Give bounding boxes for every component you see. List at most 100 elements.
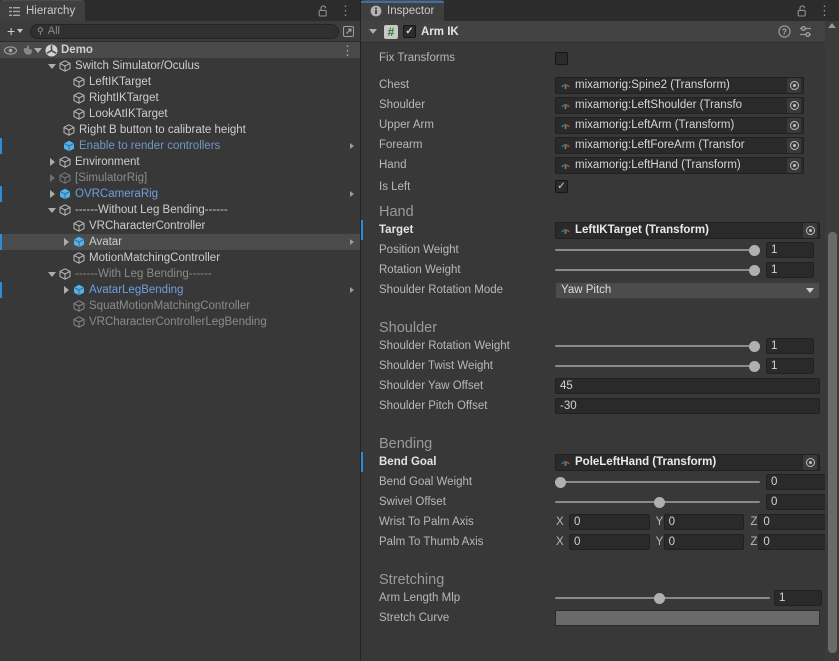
expand-toggle[interactable]: [60, 234, 72, 250]
scene-visibility-controls[interactable]: [0, 42, 36, 58]
field-position-weight[interactable]: Position Weight 1: [361, 240, 839, 260]
hierarchy-row-without-leg-bending[interactable]: ------Without Leg Bending------: [0, 202, 360, 218]
eye-icon[interactable]: [4, 44, 17, 57]
field-is-left[interactable]: Is Left ✓: [361, 175, 839, 198]
arm-length-mlp-slider[interactable]: [555, 590, 770, 606]
field-hand-ref[interactable]: Hand mixamorig:LeftHand (Transform): [361, 155, 839, 175]
slider-knob[interactable]: [654, 496, 665, 508]
slider-knob[interactable]: [555, 476, 566, 488]
preset-icon[interactable]: [799, 25, 812, 38]
slider-knob[interactable]: [749, 244, 760, 256]
expand-toggle[interactable]: [46, 266, 58, 282]
kebab-menu-icon[interactable]: ⋮: [818, 4, 831, 17]
field-bend-goal[interactable]: Bend Goal PoleLeftHand (Transform): [361, 452, 839, 472]
hierarchy-row-leftiktarget[interactable]: LeftIKTarget: [0, 74, 360, 90]
field-shoulder-twist-weight[interactable]: Shoulder Twist Weight 1: [361, 356, 839, 376]
position-weight-input[interactable]: 1: [766, 242, 814, 258]
hierarchy-row-motionmatchingcontroller[interactable]: MotionMatchingController: [0, 250, 360, 266]
shoulder-twist-weight-slider[interactable]: [555, 358, 760, 374]
field-chest[interactable]: Chest mixamorig:Spine2 (Transform): [361, 75, 839, 95]
shoulder-rotation-mode-dropdown[interactable]: Yaw Pitch: [555, 281, 820, 299]
bend-goal-weight-input[interactable]: 0: [766, 474, 829, 490]
field-bend-goal-weight[interactable]: Bend Goal Weight 0: [361, 472, 839, 492]
scene-kebab-icon[interactable]: ⋮: [341, 42, 354, 58]
object-picker-button[interactable]: [787, 77, 801, 93]
swivel-offset-input[interactable]: 0: [766, 494, 829, 510]
stretch-curve-field[interactable]: [555, 610, 820, 626]
shoulder-object-field[interactable]: mixamorig:LeftShoulder (Transfo: [555, 96, 804, 114]
component-foldout-toggle[interactable]: [367, 24, 379, 40]
fix-transforms-checkbox[interactable]: ✓: [555, 51, 568, 65]
tab-inspector[interactable]: Inspector: [361, 0, 445, 21]
scroll-up-arrow-icon[interactable]: [828, 23, 836, 28]
prefab-open-chevron-icon[interactable]: [350, 234, 354, 250]
swivel-offset-slider[interactable]: [555, 494, 760, 510]
hierarchy-row-avatar[interactable]: Avatar: [0, 234, 360, 250]
hierarchy-row-squatmotionmatchingcontroller[interactable]: SquatMotionMatchingController: [0, 298, 360, 314]
wrist-to-palm-vector3[interactable]: X 0 Y 0 Z 0: [555, 514, 839, 530]
hierarchy-row-calibrate-note[interactable]: Right B button to calibrate height: [0, 122, 360, 138]
slider-knob[interactable]: [749, 264, 760, 276]
field-forearm[interactable]: Forearm mixamorig:LeftForeArm (Transfor: [361, 135, 839, 155]
picking-hand-icon[interactable]: [21, 44, 34, 57]
rotation-weight-input[interactable]: 1: [766, 262, 814, 278]
chest-object-field[interactable]: mixamorig:Spine2 (Transform): [555, 76, 804, 94]
field-wrist-to-palm-axis[interactable]: Wrist To Palm Axis X 0 Y 0 Z 0: [361, 512, 839, 532]
position-weight-slider[interactable]: [555, 242, 760, 258]
lock-open-icon[interactable]: [317, 4, 330, 17]
expand-toggle[interactable]: [46, 58, 58, 74]
prefab-open-chevron-icon[interactable]: [350, 186, 354, 202]
upper-arm-object-field[interactable]: mixamorig:LeftArm (Transform): [555, 116, 804, 134]
expand-toggle[interactable]: [46, 170, 58, 186]
object-picker-button[interactable]: [803, 222, 817, 238]
wrist-to-palm-y-input[interactable]: 0: [663, 514, 745, 530]
field-shoulder-ref[interactable]: Shoulder mixamorig:LeftShoulder (Transfo: [361, 95, 839, 115]
rotation-weight-slider[interactable]: [555, 262, 760, 278]
is-left-checkbox[interactable]: ✓: [555, 180, 568, 193]
prefab-open-chevron-icon[interactable]: [350, 138, 354, 154]
palm-to-thumb-vector3[interactable]: X 0 Y 0 Z 0: [555, 534, 839, 550]
lock-open-icon[interactable]: [796, 4, 809, 17]
forearm-object-field[interactable]: mixamorig:LeftForeArm (Transfor: [555, 136, 804, 154]
hierarchy-row-enable-render-controllers[interactable]: Enable to render controllers: [0, 138, 360, 154]
hierarchy-row-simulatorrig[interactable]: [SimulatorRig]: [0, 170, 360, 186]
hierarchy-row-switch-simulator[interactable]: Switch Simulator/Oculus: [0, 58, 360, 74]
object-picker-button[interactable]: [787, 157, 801, 173]
field-shoulder-pitch-offset[interactable]: Shoulder Pitch Offset -30: [361, 396, 839, 416]
hierarchy-row-ovrcamerarig[interactable]: OVRCameraRig: [0, 186, 360, 202]
object-picker-button[interactable]: [787, 117, 801, 133]
object-picker-button[interactable]: [787, 97, 801, 113]
shoulder-rotation-weight-input[interactable]: 1: [766, 338, 814, 354]
shoulder-pitch-offset-input[interactable]: -30: [555, 398, 820, 414]
shoulder-rotation-weight-slider[interactable]: [555, 338, 760, 354]
hierarchy-row-environment[interactable]: Environment: [0, 154, 360, 170]
field-palm-to-thumb-axis[interactable]: Palm To Thumb Axis X 0 Y 0 Z 0: [361, 532, 839, 552]
hierarchy-row-scene[interactable]: Demo ⋮: [0, 42, 360, 58]
palm-to-thumb-y-input[interactable]: 0: [663, 534, 745, 550]
shoulder-yaw-offset-input[interactable]: 45: [555, 378, 820, 394]
expand-toggle[interactable]: [46, 202, 58, 218]
hierarchy-row-vrcharactercontrollerlegbending[interactable]: VRCharacterControllerLegBending: [0, 314, 360, 330]
field-arm-length-mlp[interactable]: Arm Length Mlp 1: [361, 588, 839, 608]
field-fix-transforms[interactable]: Fix Transforms ✓: [361, 47, 839, 69]
slider-knob[interactable]: [749, 340, 760, 352]
inspector-scrollbar[interactable]: [825, 21, 839, 661]
palm-to-thumb-x-input[interactable]: 0: [569, 534, 650, 550]
expand-toggle[interactable]: [46, 186, 58, 202]
object-picker-button[interactable]: [787, 137, 801, 153]
hierarchy-row-with-leg-bending[interactable]: ------With Leg Bending------: [0, 266, 360, 282]
field-rotation-weight[interactable]: Rotation Weight 1: [361, 260, 839, 280]
bend-goal-weight-slider[interactable]: [555, 474, 760, 490]
inspector-scrollbar-thumb[interactable]: [828, 232, 837, 653]
arm-length-mlp-input[interactable]: 1: [774, 590, 822, 606]
expand-toggle[interactable]: [60, 282, 72, 298]
hand-object-field[interactable]: mixamorig:LeftHand (Transform): [555, 156, 804, 174]
hierarchy-row-rightiktarget[interactable]: RightIKTarget: [0, 90, 360, 106]
tab-hierarchy[interactable]: Hierarchy: [0, 0, 86, 21]
field-shoulder-rotation-mode[interactable]: Shoulder Rotation Mode Yaw Pitch: [361, 280, 839, 300]
field-upper-arm[interactable]: Upper Arm mixamorig:LeftArm (Transform): [361, 115, 839, 135]
field-stretch-curve[interactable]: Stretch Curve: [361, 608, 839, 628]
target-object-field[interactable]: LeftIKTarget (Transform): [555, 221, 820, 239]
search-input[interactable]: ⚲ All: [30, 23, 339, 39]
shoulder-twist-weight-input[interactable]: 1: [766, 358, 814, 374]
